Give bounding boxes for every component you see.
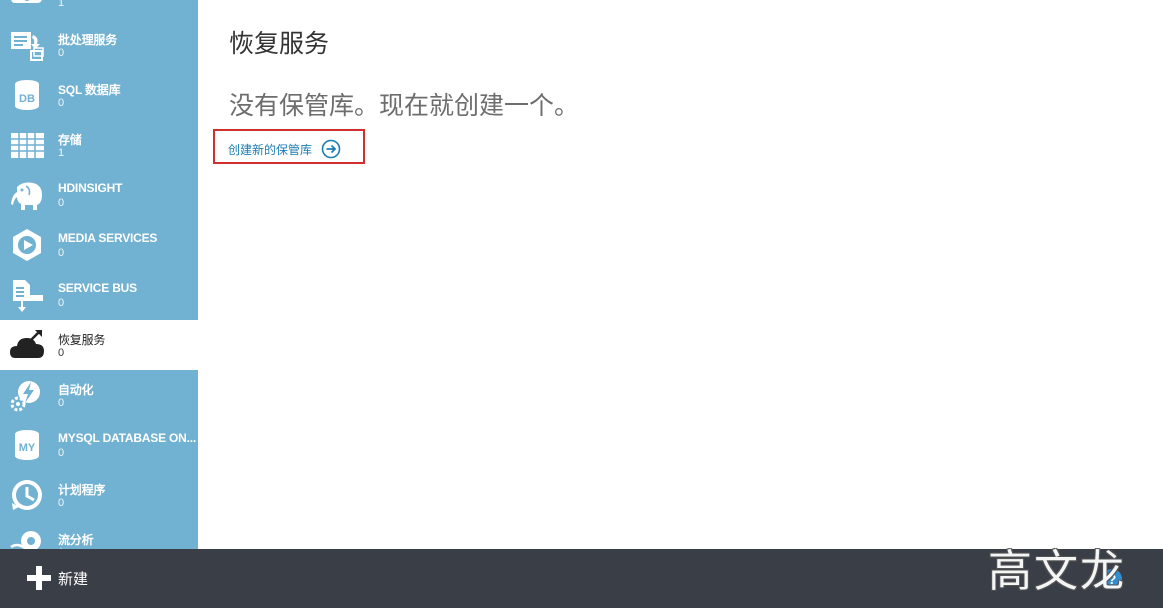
sidebar-item-mysql-database[interactable]: MY MYSQL DATABASE ON... 0 bbox=[0, 420, 198, 470]
sidebar-item-label: 批处理服务 bbox=[58, 33, 118, 47]
cloud-gear-icon bbox=[8, 0, 46, 13]
new-button-label: 新建 bbox=[58, 570, 89, 588]
sidebar-item-label: 自动化 bbox=[58, 383, 94, 397]
sidebar-item-count: 0 bbox=[58, 347, 65, 359]
sidebar-item-hdinsight[interactable]: HDINSIGHT 0 bbox=[0, 170, 198, 220]
scheduler-clock-icon bbox=[8, 477, 46, 513]
elephant-icon bbox=[8, 177, 46, 213]
sidebar-item-cloud-services[interactable]: 1 bbox=[0, 0, 198, 20]
sidebar-item-count: 0 bbox=[58, 247, 65, 259]
sidebar-item-count: 1 bbox=[58, 147, 65, 159]
sidebar-item-count: 1 bbox=[58, 0, 65, 9]
sidebar-item-media-services[interactable]: MEDIA SERVICES 0 bbox=[0, 220, 198, 270]
sidebar-item-label: SERVICE BUS bbox=[58, 281, 137, 295]
help-icon[interactable]: ? bbox=[1100, 567, 1124, 591]
stream-analytics-icon bbox=[8, 527, 46, 549]
mysql-icon-text: MY bbox=[19, 442, 36, 454]
database-icon-text: DB bbox=[19, 93, 35, 105]
sidebar: 1 批处理服务 0 DB SQL 数据库 0 存储 1 HDINSIGHT 0 … bbox=[0, 0, 198, 549]
service-bus-icon bbox=[8, 277, 46, 313]
sidebar-item-count: 0 bbox=[58, 97, 65, 109]
sidebar-item-count: 0 bbox=[58, 447, 65, 459]
sidebar-nav-list: 1 批处理服务 0 DB SQL 数据库 0 存储 1 HDINSIGHT 0 … bbox=[0, 0, 198, 549]
sidebar-item-stream-analytics[interactable]: 流分析 0 bbox=[0, 520, 198, 549]
sidebar-item-label: 恢复服务 bbox=[58, 333, 106, 347]
sidebar-item-sql-database[interactable]: DB SQL 数据库 0 bbox=[0, 70, 198, 120]
sidebar-item-service-bus[interactable]: SERVICE BUS 0 bbox=[0, 270, 198, 320]
batch-icon bbox=[8, 27, 46, 63]
sidebar-item-label: SQL 数据库 bbox=[58, 83, 121, 97]
mysql-icon: MY bbox=[8, 427, 46, 463]
media-play-icon bbox=[8, 227, 46, 263]
database-icon: DB bbox=[8, 77, 46, 113]
main-content: 恢复服务 没有保管库。现在就创建一个。 创建新的保管库 bbox=[198, 0, 1163, 549]
sidebar-item-recovery-services[interactable]: 恢复服务 0 bbox=[0, 320, 198, 370]
portal-window: 1 批处理服务 0 DB SQL 数据库 0 存储 1 HDINSIGHT 0 … bbox=[0, 0, 1163, 608]
sidebar-item-label: MYSQL DATABASE ON... bbox=[58, 431, 196, 445]
sidebar-item-count: 0 bbox=[58, 497, 65, 509]
sidebar-item-label: 流分析 bbox=[58, 533, 94, 547]
sidebar-item-label: 计划程序 bbox=[58, 483, 106, 497]
page-title: 恢复服务 bbox=[229, 29, 330, 58]
sidebar-item-scheduler[interactable]: 计划程序 0 bbox=[0, 470, 198, 520]
sidebar-item-count: 0 bbox=[58, 397, 65, 409]
storage-grid-icon bbox=[8, 127, 46, 163]
sidebar-item-label: MEDIA SERVICES bbox=[58, 231, 158, 245]
sidebar-item-label: 存储 bbox=[58, 133, 82, 147]
svg-text:?: ? bbox=[1108, 571, 1117, 587]
highlight-box: 创建新的保管库 bbox=[213, 129, 365, 164]
plus-icon bbox=[27, 566, 51, 590]
sidebar-item-automation[interactable]: 自动化 0 bbox=[0, 370, 198, 420]
sidebar-item-storage[interactable]: 存储 1 bbox=[0, 120, 198, 170]
automation-gear-icon bbox=[8, 377, 46, 413]
create-vault-link-label: 创建新的保管库 bbox=[228, 142, 313, 157]
sidebar-item-batch[interactable]: 批处理服务 0 bbox=[0, 20, 198, 70]
create-vault-link[interactable]: 创建新的保管库 bbox=[228, 139, 341, 159]
empty-state-message: 没有保管库。现在就创建一个。 bbox=[229, 91, 580, 120]
new-button[interactable]: 新建 bbox=[26, 565, 88, 591]
sidebar-item-count: 0 bbox=[58, 197, 65, 209]
command-bar: 新建 ? bbox=[0, 549, 1163, 608]
sidebar-item-label: HDINSIGHT bbox=[58, 181, 123, 195]
arrow-right-circle-icon bbox=[321, 139, 341, 159]
sidebar-item-count: 0 bbox=[58, 297, 65, 309]
recovery-cloud-icon bbox=[8, 327, 46, 363]
sidebar-item-count: 0 bbox=[58, 47, 65, 59]
